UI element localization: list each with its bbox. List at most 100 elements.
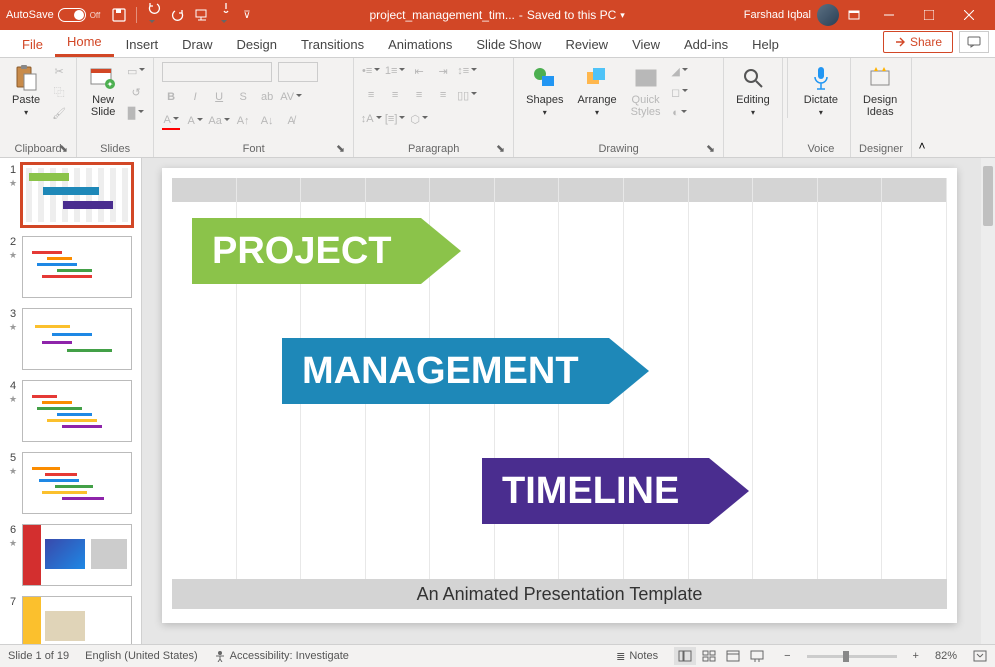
- quick-styles-button[interactable]: Abc Quick Styles: [627, 62, 665, 120]
- dialog-launcher-icon[interactable]: ⬊: [496, 142, 505, 155]
- design-ideas-button[interactable]: Design Ideas: [859, 62, 901, 120]
- indent-inc-icon[interactable]: ⇥: [434, 62, 452, 80]
- arrange-button[interactable]: Arrange▾: [573, 62, 620, 119]
- align-center-icon[interactable]: ≡: [386, 86, 404, 104]
- align-left-icon[interactable]: ≡: [362, 86, 380, 104]
- tab-home[interactable]: Home: [55, 28, 114, 57]
- reading-view-button[interactable]: [722, 647, 744, 665]
- highlight-icon[interactable]: A: [186, 112, 204, 130]
- strike-icon[interactable]: S: [234, 88, 252, 106]
- tab-review[interactable]: Review: [553, 31, 620, 57]
- undo-icon[interactable]: [147, 1, 161, 29]
- align-right-icon[interactable]: ≡: [410, 86, 428, 104]
- arrow-shape-management[interactable]: MANAGEMENT: [282, 338, 649, 404]
- ribbon-display-icon[interactable]: [847, 8, 861, 22]
- thumbnail-pane[interactable]: 1★ 2★ 3★: [0, 158, 142, 644]
- line-spacing-icon[interactable]: ↕≡: [458, 62, 476, 80]
- dialog-launcher-icon[interactable]: ⬊: [59, 142, 68, 155]
- font-color-icon[interactable]: A: [162, 112, 180, 130]
- notes-button[interactable]: ≣ Notes: [616, 650, 658, 663]
- save-icon[interactable]: [112, 8, 126, 22]
- justify-icon[interactable]: ≡: [434, 86, 452, 104]
- editing-button[interactable]: Editing▾: [732, 62, 774, 119]
- zoom-out-button[interactable]: −: [784, 650, 790, 662]
- columns-icon[interactable]: ▯▯: [458, 86, 476, 104]
- close-button[interactable]: [949, 0, 989, 30]
- thumbnail-2[interactable]: 2★: [8, 236, 133, 298]
- dialog-launcher-icon[interactable]: ⬊: [336, 142, 345, 155]
- numbering-icon[interactable]: 1≡: [386, 62, 404, 80]
- from-beginning-icon[interactable]: [195, 8, 209, 22]
- indent-dec-icon[interactable]: ⇤: [410, 62, 428, 80]
- align-text-icon[interactable]: [≡]: [386, 110, 404, 128]
- slide-count[interactable]: Slide 1 of 19: [8, 650, 69, 662]
- chevron-down-icon[interactable]: ▾: [620, 10, 625, 21]
- format-painter-icon[interactable]: 🖌: [50, 104, 68, 122]
- paste-button[interactable]: Paste ▾: [8, 62, 44, 119]
- zoom-slider[interactable]: [807, 655, 897, 658]
- vertical-scrollbar[interactable]: [981, 158, 995, 644]
- shape-fill-icon[interactable]: ◢: [671, 62, 689, 80]
- maximize-button[interactable]: [909, 0, 949, 30]
- tab-draw[interactable]: Draw: [170, 31, 224, 57]
- slide-canvas[interactable]: PROJECT MANAGEMENT TIMELINE An Animated …: [162, 168, 957, 623]
- thumbnail-3[interactable]: 3★: [8, 308, 133, 370]
- dictate-button[interactable]: Dictate▾: [800, 62, 842, 119]
- slide-edit-area[interactable]: PROJECT MANAGEMENT TIMELINE An Animated …: [142, 158, 995, 644]
- autosave-toggle[interactable]: AutoSave Off: [6, 8, 100, 22]
- redo-icon[interactable]: [171, 8, 185, 22]
- arrow-shape-timeline[interactable]: TIMELINE: [482, 458, 749, 524]
- layout-icon[interactable]: ▭: [127, 62, 145, 80]
- slideshow-view-button[interactable]: [746, 647, 768, 665]
- bullets-icon[interactable]: •≡: [362, 62, 380, 80]
- zoom-level[interactable]: 82%: [935, 650, 957, 662]
- tab-file[interactable]: File: [10, 31, 55, 57]
- tab-design[interactable]: Design: [225, 31, 289, 57]
- thumbnail-6[interactable]: 6★: [8, 524, 133, 586]
- collapse-ribbon-icon[interactable]: ˄: [912, 139, 932, 157]
- shadow-icon[interactable]: ab: [258, 88, 276, 106]
- tab-transitions[interactable]: Transitions: [289, 31, 376, 57]
- minimize-button[interactable]: [869, 0, 909, 30]
- dialog-launcher-icon[interactable]: ⬊: [706, 142, 715, 155]
- new-slide-button[interactable]: ✦ New Slide: [85, 62, 121, 120]
- arrow-shape-project[interactable]: PROJECT: [192, 218, 461, 284]
- bold-icon[interactable]: B: [162, 88, 180, 106]
- fit-to-window-button[interactable]: [973, 650, 987, 662]
- shrink-font-icon[interactable]: A↓: [258, 112, 276, 130]
- thumbnail-7[interactable]: 7: [8, 596, 133, 644]
- shapes-button[interactable]: Shapes▾: [522, 62, 567, 119]
- tab-slideshow[interactable]: Slide Show: [464, 31, 553, 57]
- underline-icon[interactable]: U: [210, 88, 228, 106]
- sorter-view-button[interactable]: [698, 647, 720, 665]
- language-status[interactable]: English (United States): [85, 650, 198, 662]
- qat-more-icon[interactable]: ⊽: [243, 10, 250, 21]
- cut-icon[interactable]: ✂: [50, 62, 68, 80]
- clear-format-icon[interactable]: A̸: [282, 112, 300, 130]
- user-account[interactable]: Farshad Iqbal: [744, 4, 839, 26]
- font-size-select[interactable]: [278, 62, 318, 82]
- zoom-in-button[interactable]: +: [913, 650, 919, 662]
- change-case-icon[interactable]: Aa: [210, 112, 228, 130]
- tab-animations[interactable]: Animations: [376, 31, 464, 57]
- thumbnail-5[interactable]: 5★: [8, 452, 133, 514]
- spacing-icon[interactable]: AV: [282, 88, 300, 106]
- shape-effects-icon[interactable]: ◐: [671, 104, 689, 122]
- tab-addins[interactable]: Add-ins: [672, 31, 740, 57]
- shape-outline-icon[interactable]: ◻: [671, 83, 689, 101]
- section-icon[interactable]: ▉: [127, 104, 145, 122]
- tab-view[interactable]: View: [620, 31, 672, 57]
- smartart-icon[interactable]: ⬡: [410, 110, 428, 128]
- accessibility-status[interactable]: Accessibility: Investigate: [214, 650, 349, 662]
- touch-mode-icon[interactable]: [219, 1, 233, 29]
- thumbnail-4[interactable]: 4★: [8, 380, 133, 442]
- text-direction-icon[interactable]: ↕A: [362, 110, 380, 128]
- copy-icon[interactable]: ⿻: [50, 83, 68, 101]
- font-family-select[interactable]: [162, 62, 272, 82]
- grow-font-icon[interactable]: A↑: [234, 112, 252, 130]
- normal-view-button[interactable]: [674, 647, 696, 665]
- tab-insert[interactable]: Insert: [114, 31, 171, 57]
- tab-help[interactable]: Help: [740, 31, 791, 57]
- comments-button[interactable]: [959, 31, 989, 53]
- share-button[interactable]: Share: [883, 31, 953, 53]
